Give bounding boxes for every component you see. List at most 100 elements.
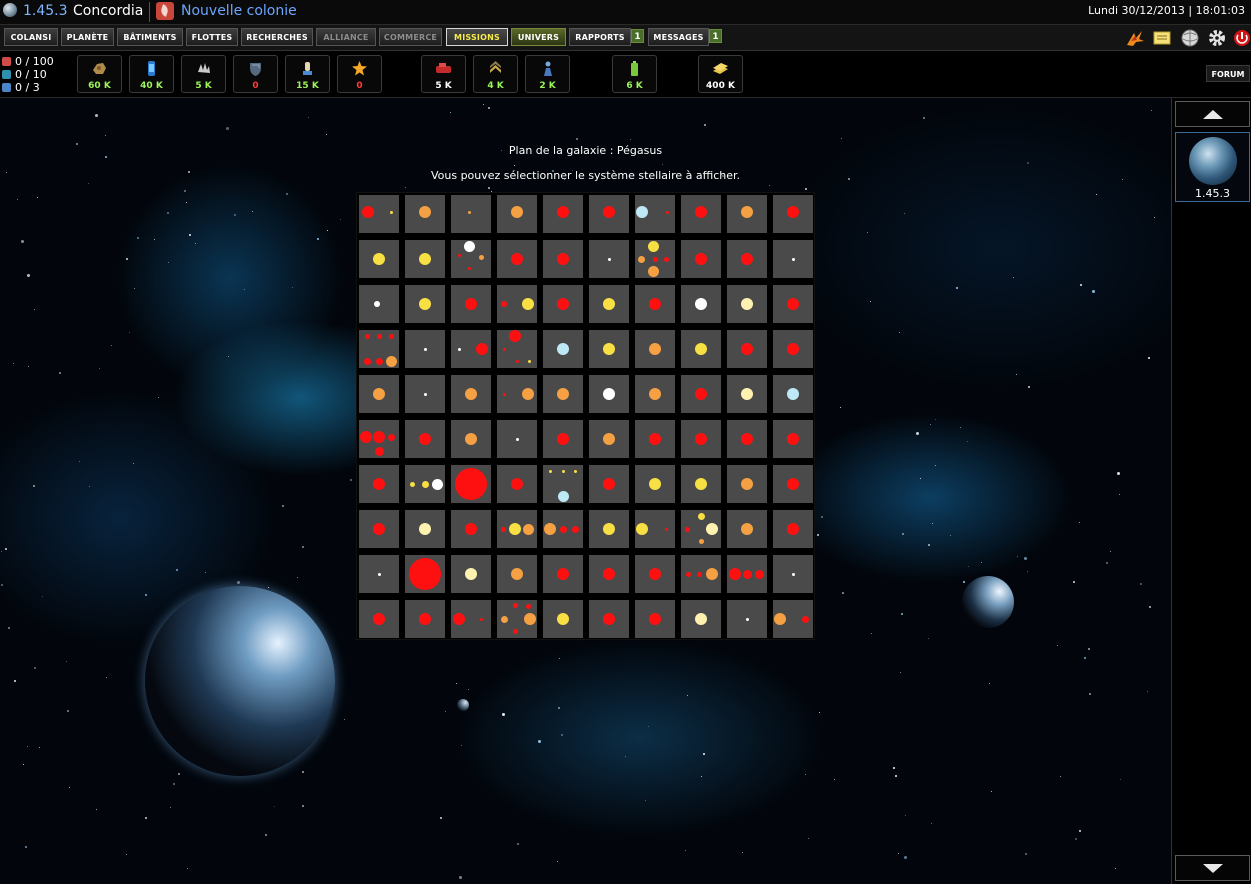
star-system-cell[interactable] [681,465,721,503]
star-system-cell[interactable] [451,600,491,638]
star-system-cell[interactable] [497,420,537,458]
star-system-cell[interactable] [773,465,813,503]
star-system-cell[interactable] [681,330,721,368]
star-system-cell[interactable] [635,285,675,323]
star-system-cell[interactable] [405,555,445,593]
star-system-cell[interactable] [405,195,445,233]
new-colony-link[interactable]: Nouvelle colonie [181,3,297,19]
nav-alliance-button[interactable]: ALLIANCE [316,28,376,46]
star-system-cell[interactable] [451,420,491,458]
star-system-cell[interactable] [543,555,583,593]
star-system-cell[interactable] [543,600,583,638]
star-system-cell[interactable] [451,555,491,593]
star-system-cell[interactable] [405,375,445,413]
star-system-cell[interactable] [727,195,767,233]
star-system-cell[interactable] [589,240,629,278]
star-system-cell[interactable] [359,375,399,413]
gear-icon[interactable] [1207,29,1227,47]
planet-icon[interactable] [3,3,17,17]
nav-missions-button[interactable]: MISSIONS [446,28,508,46]
star-system-cell[interactable] [497,375,537,413]
star-system-cell[interactable] [727,465,767,503]
star-system-cell[interactable] [589,465,629,503]
star-system-cell[interactable] [497,510,537,548]
star-system-cell[interactable] [681,600,721,638]
star-system-cell[interactable] [359,240,399,278]
star-system-cell[interactable] [543,240,583,278]
star-system-cell[interactable] [727,600,767,638]
star-system-cell[interactable] [589,195,629,233]
planet-coords[interactable]: 1.45.3 [23,3,68,19]
star-system-cell[interactable] [451,195,491,233]
star-system-cell[interactable] [681,420,721,458]
resource-workers[interactable]: 15 K [285,55,330,93]
star-system-cell[interactable] [543,330,583,368]
resource-crystal[interactable]: 5 K [181,55,226,93]
resource-ore[interactable]: 60 K [77,55,122,93]
planet-name[interactable]: Concordia [73,3,143,19]
resource-shield[interactable]: 0 [233,55,278,93]
star-system-cell[interactable] [589,330,629,368]
resource-rank[interactable]: 4 K [473,55,518,93]
star-system-cell[interactable] [773,420,813,458]
star-system-cell[interactable] [727,375,767,413]
star-system-cell[interactable] [635,465,675,503]
star-system-cell[interactable] [681,510,721,548]
star-system-cell[interactable] [359,195,399,233]
resource-soldiers[interactable]: 2 K [525,55,570,93]
star-system-cell[interactable] [543,420,583,458]
star-system-cell[interactable] [773,195,813,233]
star-system-cell[interactable] [589,375,629,413]
star-system-cell[interactable] [773,510,813,548]
star-system-cell[interactable] [589,555,629,593]
star-system-cell[interactable] [727,285,767,323]
resource-energy[interactable]: 0 [337,55,382,93]
star-system-cell[interactable] [773,240,813,278]
nav-batiments-button[interactable]: BÂTIMENTS [117,28,183,46]
nav-colansi-button[interactable]: COLANSI [4,28,58,46]
nav-messages-button[interactable]: MESSAGES [648,28,709,46]
star-system-cell[interactable] [635,330,675,368]
star-system-cell[interactable] [543,285,583,323]
star-system-cell[interactable] [635,555,675,593]
star-system-cell[interactable] [727,330,767,368]
star-system-cell[interactable] [359,600,399,638]
star-system-cell[interactable] [359,465,399,503]
star-system-cell[interactable] [773,375,813,413]
star-system-cell[interactable] [451,285,491,323]
nav-planete-button[interactable]: PLANÈTE [61,28,114,46]
star-system-cell[interactable] [773,330,813,368]
nav-recherches-button[interactable]: RECHERCHES [241,28,313,46]
star-system-cell[interactable] [405,465,445,503]
sidebar-planet-card[interactable]: 1.45.3 [1175,132,1250,202]
star-system-cell[interactable] [405,510,445,548]
star-system-cell[interactable] [451,375,491,413]
star-system-cell[interactable] [635,420,675,458]
star-system-cell[interactable] [405,240,445,278]
star-system-cell[interactable] [497,240,537,278]
star-system-cell[interactable] [589,510,629,548]
star-system-cell[interactable] [589,600,629,638]
star-system-cell[interactable] [451,510,491,548]
wiki-globe-icon[interactable] [1180,29,1200,47]
star-system-cell[interactable] [497,329,537,368]
star-system-cell[interactable] [543,510,583,548]
star-system-cell[interactable] [451,240,491,278]
star-system-cell[interactable] [635,195,675,233]
star-system-cell[interactable] [359,555,399,593]
star-system-cell[interactable] [405,420,445,458]
star-system-cell[interactable] [543,465,583,503]
star-system-cell[interactable] [635,600,675,638]
leaf-icon[interactable] [156,2,174,20]
star-system-cell[interactable] [497,195,537,233]
star-system-cell[interactable] [497,285,537,323]
star-system-cell[interactable] [543,375,583,413]
star-system-cell[interactable] [681,195,721,233]
star-system-cell[interactable] [727,510,767,548]
star-system-cell[interactable] [359,285,399,323]
star-system-cell[interactable] [773,600,813,638]
nav-univers-button[interactable]: UNIVERS [511,28,566,46]
resource-credits[interactable]: 400 K [698,55,743,93]
resource-battery[interactable]: 6 K [612,55,657,93]
star-system-cell[interactable] [359,330,399,368]
